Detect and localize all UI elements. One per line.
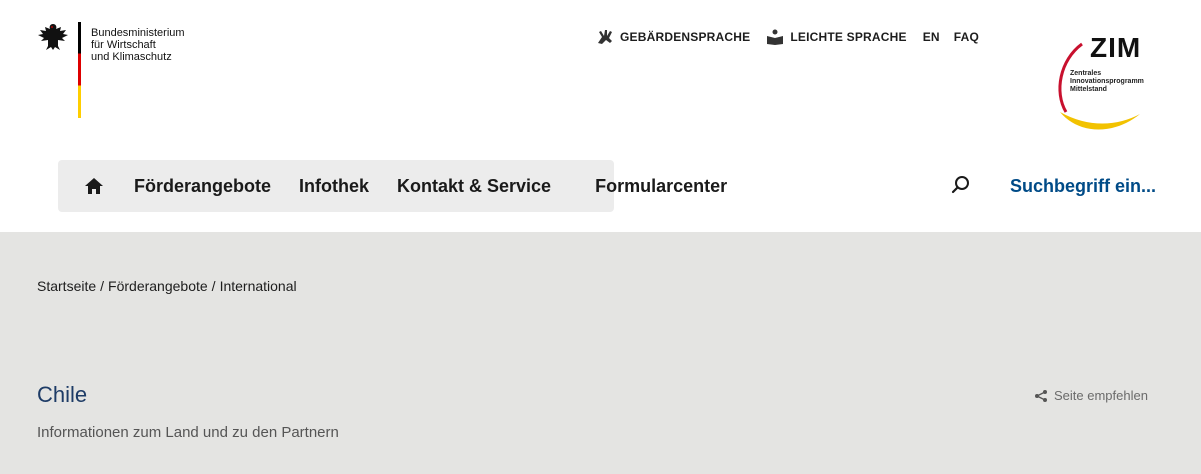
federal-eagle-icon [38, 24, 68, 50]
nav-item-kontakt-service[interactable]: Kontakt & Service [397, 176, 551, 197]
english-link[interactable]: EN [923, 30, 940, 44]
sign-language-label: GEBÄRDENSPRACHE [620, 30, 751, 44]
share-button[interactable]: Seite empfehlen [1034, 388, 1148, 403]
ministry-logo[interactable]: Bundesministerium für Wirtschaft und Kli… [36, 22, 185, 118]
service-links: GEBÄRDENSPRACHE LEICHTE SPRACHE EN FAQ [596, 29, 993, 45]
breadcrumb-item-international: International [219, 278, 297, 294]
breadcrumb-separator: / [211, 278, 216, 294]
home-icon[interactable] [84, 176, 104, 196]
easy-language-link[interactable]: LEICHTE SPRACHE [766, 29, 907, 45]
easy-language-icon [767, 29, 784, 45]
site-header: Bundesministerium für Wirtschaft und Kli… [0, 0, 1201, 232]
ministry-line: und Klimaschutz [91, 51, 172, 63]
nav-item-formularcenter[interactable]: Formularcenter [595, 176, 727, 197]
share-label: Seite empfehlen [1054, 388, 1148, 403]
ministry-line: Bundesministerium [91, 27, 185, 39]
ministry-name: Bundesministerium für Wirtschaft und Kli… [91, 22, 185, 63]
zim-line: Innovationsprogramm [1070, 78, 1144, 85]
faq-label: FAQ [953, 30, 980, 44]
zim-logo[interactable]: ZIM Zentrales Innovationsprogramm Mittel… [1046, 30, 1176, 138]
easy-language-label: LEICHTE SPRACHE [790, 30, 907, 44]
nav-item-foerderangebote[interactable]: Förderangebote [134, 176, 271, 197]
zim-subtitle: Zentrales Innovationsprogramm Mittelstan… [1070, 70, 1144, 94]
zim-line: Mittelstand [1070, 86, 1107, 93]
breadcrumb-separator: / [100, 278, 105, 294]
zim-title: ZIM [1090, 32, 1142, 63]
search-icon[interactable] [950, 174, 972, 196]
main-navigation: Förderangebote Infothek Kontakt & Servic… [58, 160, 1200, 212]
search-input[interactable] [1010, 172, 1200, 200]
breadcrumb-item-foerderangebote[interactable]: Förderangebote [108, 278, 208, 294]
nav-item-infothek[interactable]: Infothek [299, 176, 369, 197]
ministry-line: für Wirtschaft [91, 39, 156, 51]
share-icon [1035, 389, 1047, 402]
sign-language-icon [598, 30, 612, 44]
flag-bar [78, 22, 81, 118]
english-label: EN [922, 30, 940, 44]
page-title: Chile [37, 382, 88, 407]
faq-link[interactable]: FAQ [954, 30, 979, 44]
breadcrumb: Startseite / Förderangebote / International [37, 278, 297, 294]
zim-line: Zentrales [1070, 70, 1102, 77]
sign-language-link[interactable]: GEBÄRDENSPRACHE [596, 29, 750, 45]
page-content: Startseite / Förderangebote / International … [0, 232, 1201, 474]
breadcrumb-item-startseite[interactable]: Startseite [37, 278, 96, 294]
page-subtitle: Informationen zum Land und zu den Partne… [37, 424, 339, 441]
